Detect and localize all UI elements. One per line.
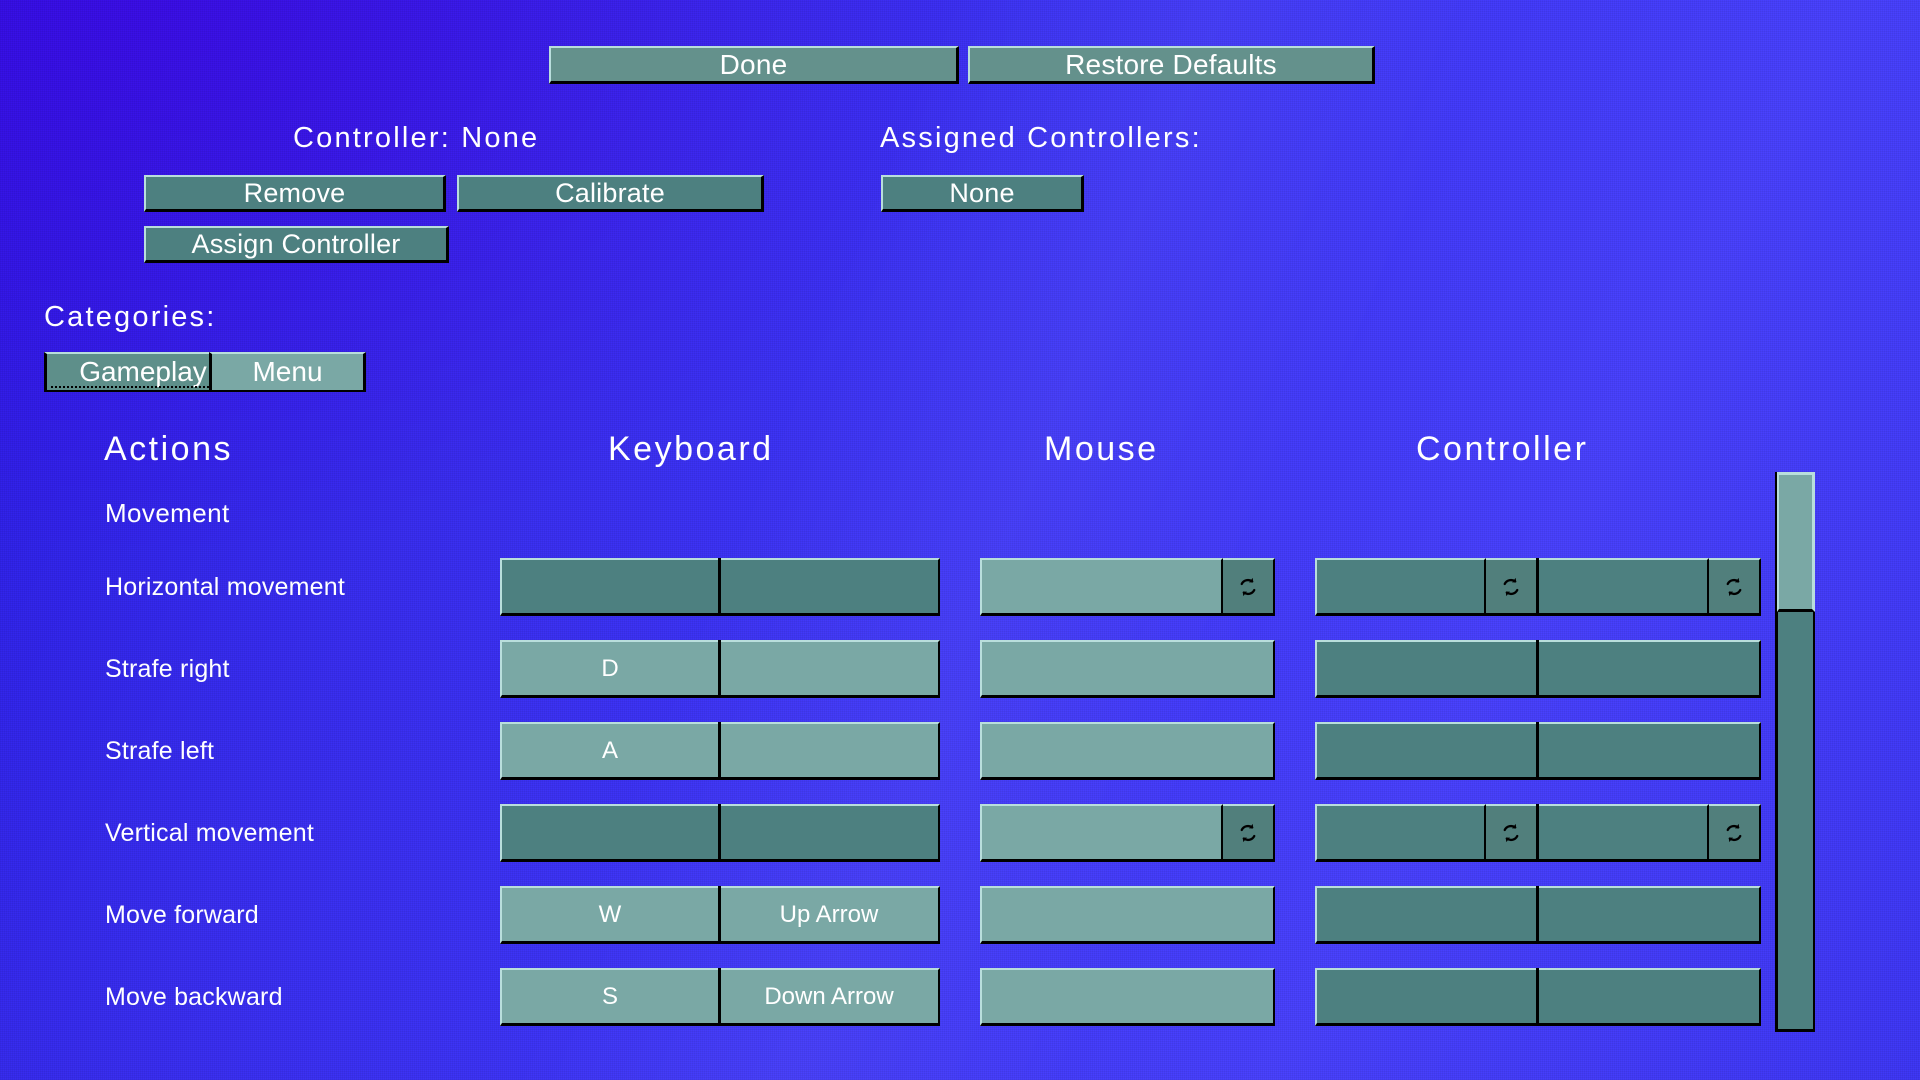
keyboard-binding-slot[interactable] <box>720 640 940 698</box>
column-header-actions: Actions <box>104 430 233 468</box>
vertical-scrollbar-track[interactable] <box>1775 472 1815 1032</box>
assigned-controllers-label: Assigned Controllers: <box>880 122 1202 154</box>
keyboard-binding-slot-value: D <box>601 654 619 682</box>
slot-divider <box>1536 722 1539 780</box>
vertical-scrollbar-thumb[interactable] <box>1777 472 1815 612</box>
controller-reverse-axis-button[interactable] <box>1709 804 1761 862</box>
keyboard-binding-slot-value: S <box>601 982 618 1010</box>
controller-binding-slot[interactable] <box>1315 558 1486 616</box>
action-label: Strafe right <box>105 655 230 683</box>
categories-heading: Categories: <box>44 301 217 333</box>
controller-binding-slot[interactable] <box>1538 804 1709 862</box>
mouse-reverse-axis-button[interactable] <box>1223 804 1275 862</box>
keyboard-binding-slot[interactable]: S <box>500 968 720 1026</box>
remove-controller-button[interactable]: Remove <box>144 175 446 212</box>
restore-defaults-button[interactable]: Restore Defaults <box>968 46 1375 84</box>
reverse-axis-icon <box>1235 820 1261 846</box>
action-label: Horizontal movement <box>105 573 346 601</box>
slot-divider <box>1536 640 1539 698</box>
category-tab-gameplay-label: Gameplay <box>79 356 207 387</box>
controller-binding-slot[interactable] <box>1315 968 1538 1026</box>
slot-divider <box>718 968 721 1026</box>
category-tab-menu-label: Menu <box>252 356 323 387</box>
reverse-axis-icon <box>1721 574 1747 600</box>
controller-binding-slot[interactable] <box>1315 804 1486 862</box>
reverse-axis-icon <box>1498 574 1524 600</box>
keyboard-binding-slot[interactable]: A <box>500 722 720 780</box>
keyboard-binding-slot[interactable] <box>720 558 940 616</box>
done-button[interactable]: Done <box>549 46 959 84</box>
action-label: Strafe left <box>105 737 215 765</box>
keyboard-binding-slot[interactable] <box>500 558 720 616</box>
category-tab-menu[interactable]: Menu <box>209 352 366 392</box>
mouse-binding-slot[interactable] <box>980 804 1223 862</box>
calibrate-controller-button[interactable]: Calibrate <box>457 175 764 212</box>
reverse-axis-icon <box>1235 574 1261 600</box>
slot-divider <box>1536 968 1539 1026</box>
focus-underline <box>51 386 235 388</box>
reverse-axis-icon <box>1721 820 1747 846</box>
controller-binding-slot[interactable] <box>1315 640 1538 698</box>
controller-binding-slot[interactable] <box>1315 886 1538 944</box>
column-header-mouse: Mouse <box>1044 430 1159 468</box>
keyboard-binding-slot-value: Down Arrow <box>764 982 894 1010</box>
keyboard-binding-slot[interactable]: W <box>500 886 720 944</box>
controller-binding-slot[interactable] <box>1538 886 1761 944</box>
mouse-binding-slot[interactable] <box>980 640 1275 698</box>
keyboard-binding-slot[interactable]: D <box>500 640 720 698</box>
mouse-binding-slot[interactable] <box>980 886 1275 944</box>
slot-divider <box>718 722 721 780</box>
column-header-controller: Controller <box>1416 430 1589 468</box>
mouse-binding-slot[interactable] <box>980 722 1275 780</box>
settings-screen: Done Restore Defaults Controller: None A… <box>0 0 1920 1080</box>
action-label: Move forward <box>105 901 259 929</box>
slot-divider <box>718 640 721 698</box>
keyboard-binding-slot-value: W <box>598 900 622 928</box>
controller-binding-slot[interactable] <box>1538 968 1761 1026</box>
action-label: Vertical movement <box>105 819 315 847</box>
controller-reverse-axis-button[interactable] <box>1709 558 1761 616</box>
keyboard-binding-slot[interactable] <box>500 804 720 862</box>
slot-divider <box>718 804 721 862</box>
slot-divider <box>1536 558 1539 616</box>
controller-status-label: Controller: None <box>293 122 540 154</box>
group-heading-movement: Movement <box>105 498 230 528</box>
keyboard-binding-slot-value: A <box>601 736 618 764</box>
controller-reverse-axis-button[interactable] <box>1486 804 1538 862</box>
slot-divider <box>718 886 721 944</box>
controller-binding-slot[interactable] <box>1315 722 1538 780</box>
slot-divider <box>718 558 721 616</box>
slot-divider <box>1536 886 1539 944</box>
column-header-keyboard: Keyboard <box>608 430 774 468</box>
controller-binding-slot[interactable] <box>1538 558 1709 616</box>
assign-controller-button[interactable]: Assign Controller <box>144 226 449 263</box>
keyboard-binding-slot[interactable]: Up Arrow <box>720 886 940 944</box>
controller-binding-slot[interactable] <box>1538 640 1761 698</box>
keyboard-binding-slot[interactable] <box>720 722 940 780</box>
controller-reverse-axis-button[interactable] <box>1486 558 1538 616</box>
mouse-reverse-axis-button[interactable] <box>1223 558 1275 616</box>
mouse-binding-slot[interactable] <box>980 968 1275 1026</box>
mouse-binding-slot[interactable] <box>980 558 1223 616</box>
slot-divider <box>1536 804 1539 862</box>
keyboard-binding-slot[interactable] <box>720 804 940 862</box>
keyboard-binding-slot[interactable]: Down Arrow <box>720 968 940 1026</box>
action-label: Move backward <box>105 983 283 1011</box>
controller-binding-slot[interactable] <box>1538 722 1761 780</box>
reverse-axis-icon <box>1498 820 1524 846</box>
assigned-controller-none-button[interactable]: None <box>881 175 1084 212</box>
keyboard-binding-slot-value: Up Arrow <box>779 900 879 928</box>
